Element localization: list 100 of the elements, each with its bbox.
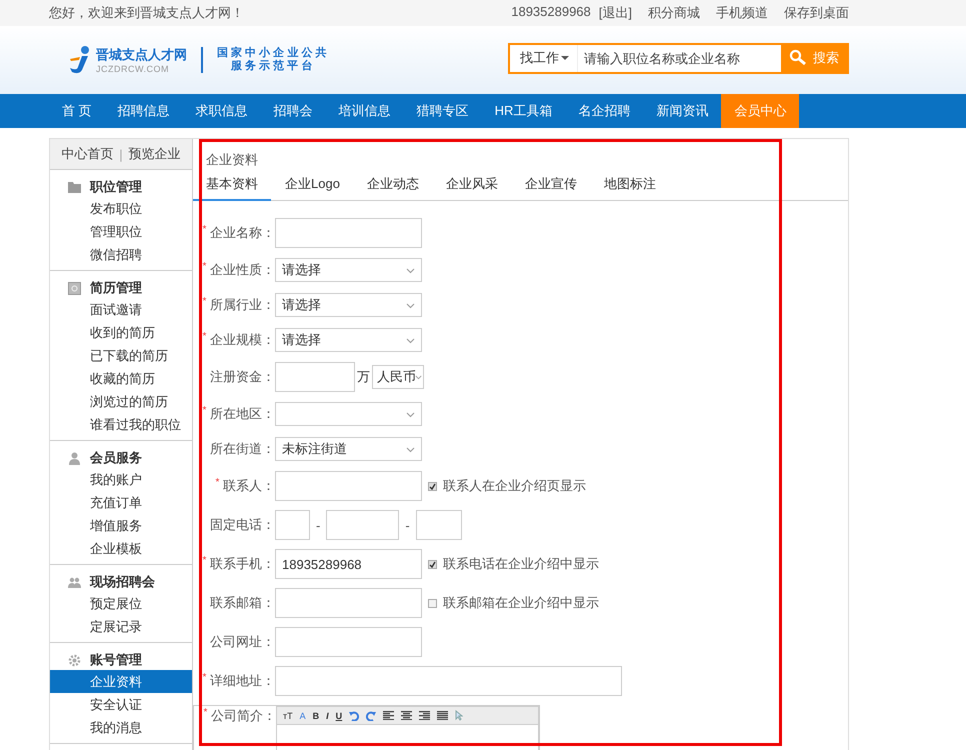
chevron-icon [406,447,415,453]
sidebar-item[interactable]: 企业模板 [50,537,192,560]
field-label: 联系人： [223,478,275,493]
tab[interactable]: 地图标注 [604,171,656,201]
field-label: 所属行业： [210,297,275,312]
chevron-icon [406,303,415,309]
tab[interactable]: 基本资料 [193,171,271,201]
required-mark: * [202,405,206,416]
field-label: 固定电话： [210,517,275,532]
undo-icon[interactable] [349,710,360,720]
slogan-text: 国 家 中 小 企 业 公 共 [217,47,326,60]
sidebar-item[interactable]: 浏览过的简历 [50,390,192,413]
sidebar-item[interactable]: 企业资料 [50,670,192,693]
checkbox[interactable] [428,482,437,490]
people-icon [68,576,81,588]
nav-item[interactable]: 培训信息 [326,94,404,128]
input-field[interactable] [275,588,422,618]
sidebar-link[interactable]: 中心首页 [61,145,114,163]
tab[interactable]: 企业风采 [446,171,498,201]
sidebar-item[interactable]: 收到的简历 [50,321,192,344]
top-link[interactable]: 手机频道 [716,4,768,22]
tab[interactable]: 企业宣传 [524,171,577,201]
nav-item[interactable]: 首 页 [49,94,105,128]
sidebar-item[interactable]: 谁看过我的职位 [50,413,192,436]
input-field[interactable] [326,510,400,540]
logo-domain: JCZDRCW.COM [96,64,170,74]
field-label: 公司简介： [211,708,276,723]
input-field[interactable] [416,510,462,540]
sidebar-item[interactable]: 管理职位 [50,220,192,243]
panel-title: 企业资料 [205,151,259,169]
italic-button[interactable]: I [326,710,329,720]
bold-button[interactable]: B [312,710,320,720]
top-link[interactable]: [退出] [598,4,632,22]
rich-text-editor[interactable]: тT A B I U [276,706,539,750]
required-mark: * [203,707,208,718]
required-mark: * [202,224,206,235]
chevron-icon [406,268,415,274]
currency-select[interactable]: 人民币 [372,365,424,389]
sidebar-item[interactable]: 微信招聘 [50,243,192,266]
sidebar-item[interactable]: 我的消息 [50,716,192,739]
input-field[interactable] [275,471,422,501]
separator-text: | [119,146,123,162]
chevron-icon [406,338,415,344]
sidebar-item[interactable]: 充值订单 [50,491,192,514]
field-label: 联系手机： [210,556,275,571]
cursor-icon[interactable] [455,710,464,721]
sidebar-link[interactable]: 预览企业 [128,145,181,163]
nav-item[interactable]: 求职信息 [182,94,261,128]
sidebar-item[interactable]: 预定展位 [50,592,192,615]
sidebar-item[interactable]: 发布职位 [50,197,192,220]
select-field[interactable]: 请选择 [275,258,422,282]
align-center-icon[interactable] [401,711,412,720]
unit-text: 万 [357,368,370,386]
separator-text: - [316,518,320,532]
input-field[interactable] [275,362,355,392]
redo-icon[interactable] [366,710,376,720]
account-link[interactable]: 18935289968 [511,4,591,22]
nav-item[interactable]: HR工具箱 [482,94,566,128]
select-field[interactable]: 请选择 [275,328,422,352]
nav-item[interactable]: 招聘会 [260,94,326,128]
size-button[interactable]: тT [283,710,293,720]
input-field[interactable] [275,510,310,540]
field-label: 注册资金： [210,369,275,384]
group-title: 简历管理 [90,279,142,297]
underline-button[interactable]: U [336,710,342,720]
nav-item[interactable]: 名企招聘 [565,94,644,128]
sidebar-item[interactable]: 安全认证 [50,693,192,716]
tab[interactable]: 企业动态 [366,171,419,201]
sidebar-item[interactable]: 定展记录 [50,615,192,638]
checkbox[interactable] [428,560,437,568]
nav-item[interactable]: 猎聘专区 [404,94,482,128]
sidebar-item[interactable]: 增值服务 [50,514,192,537]
select-field[interactable]: 请选择 [275,293,422,317]
sidebar-item[interactable]: 面试邀请 [50,298,192,321]
align-right-icon[interactable] [419,711,430,720]
folder-icon [68,180,81,194]
nav-item[interactable]: 新闻资讯 [643,94,722,128]
checkbox[interactable] [428,598,437,608]
top-link[interactable]: 保存到桌面 [784,4,849,22]
sidebar-item[interactable]: 收藏的简历 [50,367,192,390]
align-left-icon[interactable] [383,711,394,720]
greeting-text: 您好，欢迎来到晋城支点人才网！ [49,4,244,22]
required-mark: * [202,331,206,342]
sidebar-item[interactable]: 我的账户 [50,468,192,491]
input-field[interactable] [275,666,622,696]
select-field[interactable] [275,402,422,426]
person-icon [68,452,81,464]
chevron-icon [415,375,422,380]
tab[interactable]: 企业Logo [285,171,340,201]
justify-icon[interactable] [437,711,448,720]
logo-name: 晋城支点人才网 [96,46,187,64]
sidebar-item[interactable]: 已下载的简历 [50,344,192,367]
select-field[interactable]: 未标注街道 [275,437,422,461]
group-title: 职位管理 [90,178,142,196]
input-field[interactable] [275,627,422,657]
input-field[interactable]: 18935289968 [275,549,422,579]
input-field[interactable] [275,218,422,248]
required-mark: * [202,672,206,683]
top-link[interactable]: 积分商城 [648,4,700,22]
nav-item[interactable]: 招聘信息 [104,94,183,128]
